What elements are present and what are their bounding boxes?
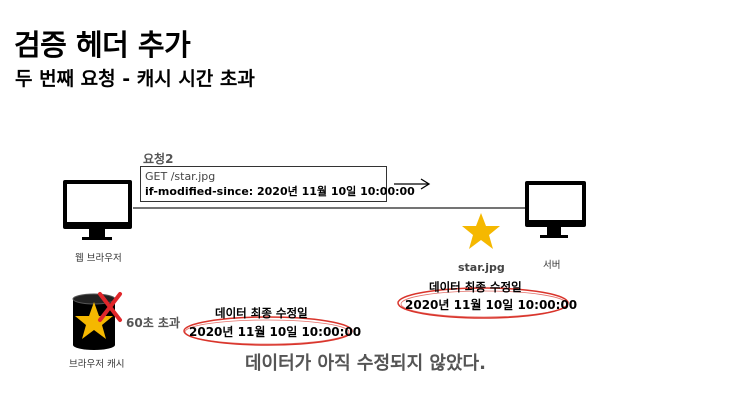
server-resource-label: star.jpg [458,261,505,274]
request-line: GET /star.jpg [145,170,216,183]
request-message-box: GET /star.jpg if-modified-since: 2020년 1… [140,166,415,202]
server-modified-caption: 데이터 최종 수정일 [429,280,522,294]
client-monitor-icon [63,180,132,240]
request-header: if-modified-since: 2020년 11월 10일 10:00:0… [145,185,415,198]
client-label: 웹 브라우저 [75,253,122,264]
cache-modified-caption: 데이터 최종 수정일 [215,306,308,320]
cache-timeout-label: 60초 초과 [126,316,180,330]
server-monitor-icon [525,181,586,238]
cache-label: 브라우저 캐시 [69,359,125,370]
cache-modified-date: 2020년 11월 10일 10:00:00 [189,325,362,339]
request-label: 요청2 [143,152,174,166]
server-label: 서버 [543,260,561,271]
server-star-icon [462,213,500,249]
server-modified-date: 2020년 11월 10일 10:00:00 [405,298,578,312]
conclusion-text: 데이터가 아직 수정되지 않았다. [245,353,486,374]
